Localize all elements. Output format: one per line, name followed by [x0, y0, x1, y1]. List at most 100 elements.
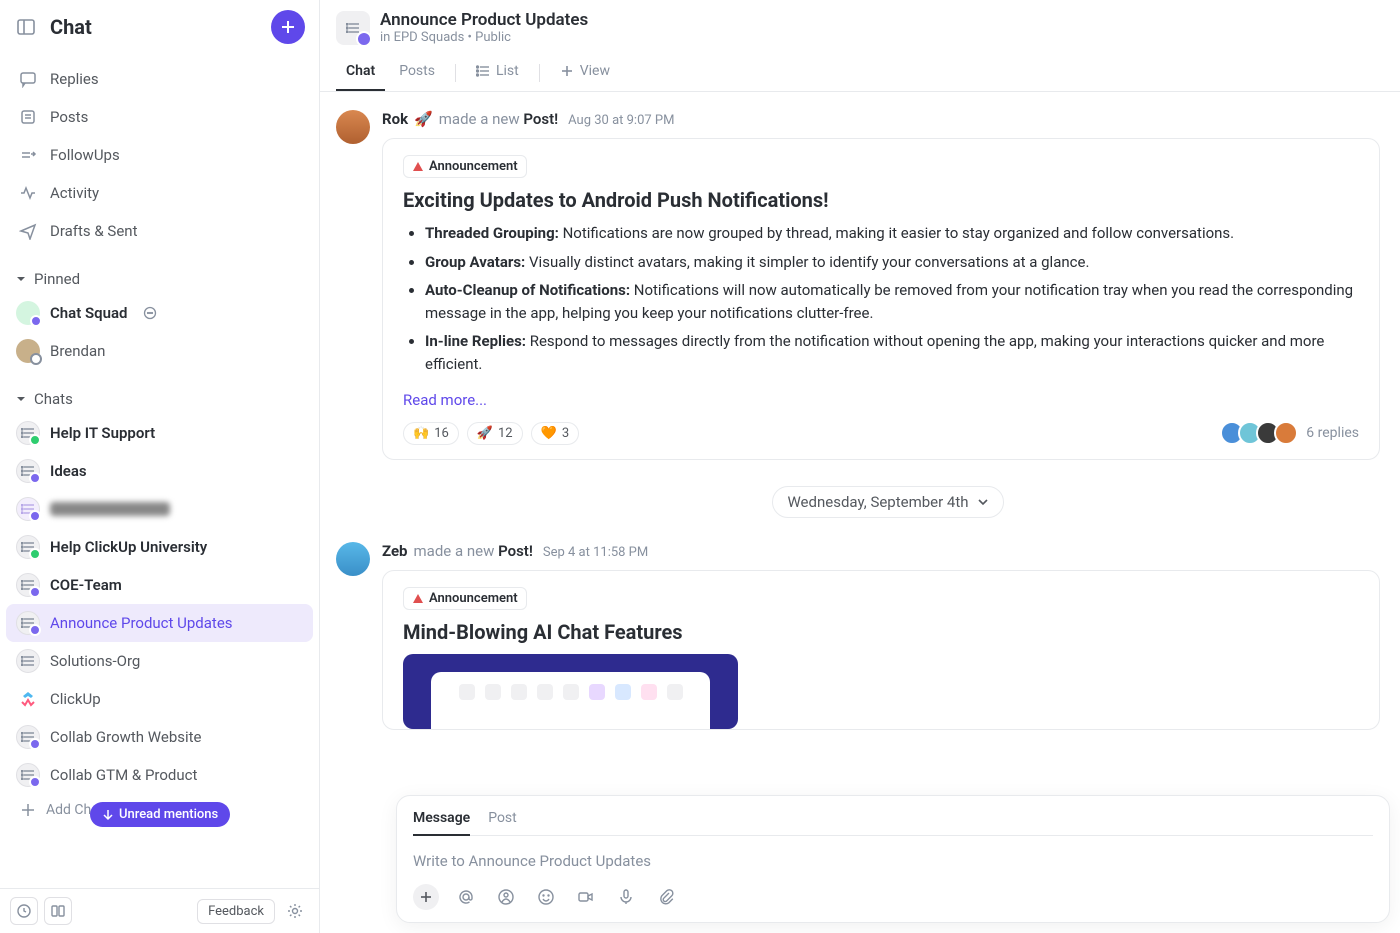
attach-file-icon[interactable] — [653, 884, 679, 910]
nav-label: Posts — [50, 108, 88, 126]
avatar-stack — [1226, 421, 1298, 445]
followups-icon — [18, 145, 38, 165]
chat-label: COE-Team — [50, 576, 122, 594]
posts-icon — [18, 107, 38, 127]
list-icon — [16, 535, 40, 559]
author-avatar[interactable] — [336, 110, 370, 144]
view-list[interactable]: List — [466, 55, 529, 91]
author-avatar[interactable] — [336, 542, 370, 576]
mention-person-icon[interactable] — [493, 884, 519, 910]
message-header: Zeb made a new Post! Sep 4 at 11:58 PM — [382, 542, 1380, 560]
tab-chat[interactable]: Chat — [336, 55, 385, 91]
read-more-link[interactable]: Read more... — [403, 391, 487, 409]
date-chip[interactable]: Wednesday, September 4th — [772, 486, 1003, 518]
author-name[interactable]: Zeb — [382, 542, 408, 560]
reaction-raised-hands[interactable]: 🙌16 — [403, 422, 459, 445]
message-header: Rok 🚀 made a new Post! Aug 30 at 9:07 PM — [382, 110, 1380, 128]
list-icon — [16, 763, 40, 787]
list-icon — [16, 421, 40, 445]
megaphone-icon — [412, 593, 424, 605]
channel-title: Announce Product Updates — [380, 10, 588, 30]
panel-toggle-icon[interactable] — [12, 13, 40, 41]
chat-announce-product-updates[interactable]: Announce Product Updates — [6, 604, 313, 642]
list-icon — [16, 459, 40, 483]
mic-icon[interactable] — [613, 884, 639, 910]
feedback-button[interactable]: Feedback — [197, 899, 275, 924]
composer-tab-post[interactable]: Post — [488, 806, 517, 835]
caret-down-icon — [16, 274, 26, 284]
sidebar-footer: Feedback — [0, 888, 319, 933]
chat-label: Collab GTM & Product — [50, 766, 197, 784]
composer-toolbar — [413, 884, 1373, 910]
main-panel: Announce Product Updates in EPD Squads •… — [320, 0, 1400, 933]
replies-link[interactable]: 6 replies — [1226, 421, 1359, 445]
sidebar: Chat Replies Posts FollowUps Activity — [0, 0, 320, 933]
chat-collab-gtm[interactable]: Collab GTM & Product — [6, 756, 313, 794]
emoji-icon[interactable] — [533, 884, 559, 910]
chat-redacted[interactable] — [6, 490, 313, 528]
post-image — [403, 654, 738, 729]
replies-count: 6 replies — [1306, 425, 1359, 441]
chat-help-clickup-u[interactable]: Help ClickUp University — [6, 528, 313, 566]
chat-ideas[interactable]: Ideas — [6, 452, 313, 490]
attach-plus-icon[interactable] — [413, 884, 439, 910]
chat-label: Chat Squad — [50, 304, 128, 322]
section-label: Chats — [34, 390, 73, 408]
clock-icon[interactable] — [10, 897, 38, 925]
sidebar-title: Chat — [50, 15, 261, 39]
reactions-row: 🙌16 🚀12 🧡3 6 replies — [403, 421, 1359, 445]
chat-collab-growth[interactable]: Collab Growth Website — [6, 718, 313, 756]
pinned-section-header[interactable]: Pinned — [0, 256, 319, 294]
space-link[interactable]: EPD Squads — [394, 30, 465, 45]
chat-coe-team[interactable]: COE-Team — [6, 566, 313, 604]
reaction-rocket[interactable]: 🚀12 — [467, 422, 523, 445]
list-icon — [16, 497, 40, 521]
nav-label: Drafts & Sent — [50, 222, 137, 240]
new-chat-button[interactable] — [271, 10, 305, 44]
mention-icon[interactable] — [453, 884, 479, 910]
post-card[interactable]: Announcement Mind-Blowing AI Chat Featur… — [382, 570, 1380, 730]
sidebar-nav: Replies Posts FollowUps Activity Drafts … — [0, 54, 319, 256]
list-icon — [16, 725, 40, 749]
author-name[interactable]: Rok — [382, 110, 408, 128]
announcement-chip: Announcement — [403, 587, 527, 610]
pinned-chat-squad[interactable]: Chat Squad — [6, 294, 313, 332]
chat-label: Announce Product Updates — [50, 614, 233, 632]
megaphone-icon — [412, 161, 424, 173]
nav-activity[interactable]: Activity — [8, 174, 311, 212]
chat-reply-icon — [18, 69, 38, 89]
composer-tab-message[interactable]: Message — [413, 806, 470, 836]
list-icon — [16, 649, 40, 673]
tab-posts[interactable]: Posts — [389, 55, 445, 91]
arrow-down-icon — [102, 809, 114, 821]
reaction-heart[interactable]: 🧡3 — [531, 422, 580, 445]
add-view[interactable]: View — [550, 55, 620, 91]
divider — [455, 64, 456, 82]
layout-icon[interactable] — [44, 897, 72, 925]
post-title: Mind-Blowing AI Chat Features — [403, 620, 1359, 644]
message-time: Sep 4 at 11:58 PM — [543, 545, 648, 560]
chat-solutions-org[interactable]: Solutions-Org — [6, 642, 313, 680]
pinned-brendan[interactable]: Brendan — [6, 332, 313, 370]
message-post-2: Zeb made a new Post! Sep 4 at 11:58 PM A… — [376, 524, 1400, 730]
unread-mentions-pill[interactable]: Unread mentions — [90, 802, 230, 827]
composer-input[interactable]: Write to Announce Product Updates — [413, 846, 1373, 884]
chats-section-header[interactable]: Chats — [0, 376, 319, 414]
chat-help-it[interactable]: Help IT Support — [6, 414, 313, 452]
nav-followups[interactable]: FollowUps — [8, 136, 311, 174]
caret-down-icon — [16, 394, 26, 404]
message-action: made a new Post! — [414, 542, 533, 560]
nav-drafts[interactable]: Drafts & Sent — [8, 212, 311, 250]
chats-list: Help IT Support Ideas Help ClickUp Unive… — [0, 414, 319, 832]
nav-posts[interactable]: Posts — [8, 98, 311, 136]
nav-replies[interactable]: Replies — [8, 60, 311, 98]
post-card[interactable]: Announcement Exciting Updates to Android… — [382, 138, 1380, 460]
chat-label: Ideas — [50, 462, 87, 480]
date-divider: Wednesday, September 4th — [376, 486, 1400, 518]
list-icon — [16, 573, 40, 597]
plus-icon — [560, 64, 574, 78]
gear-icon[interactable] — [281, 897, 309, 925]
video-icon[interactable] — [573, 884, 599, 910]
chat-clickup[interactable]: ClickUp — [6, 680, 313, 718]
drafts-icon — [18, 221, 38, 241]
